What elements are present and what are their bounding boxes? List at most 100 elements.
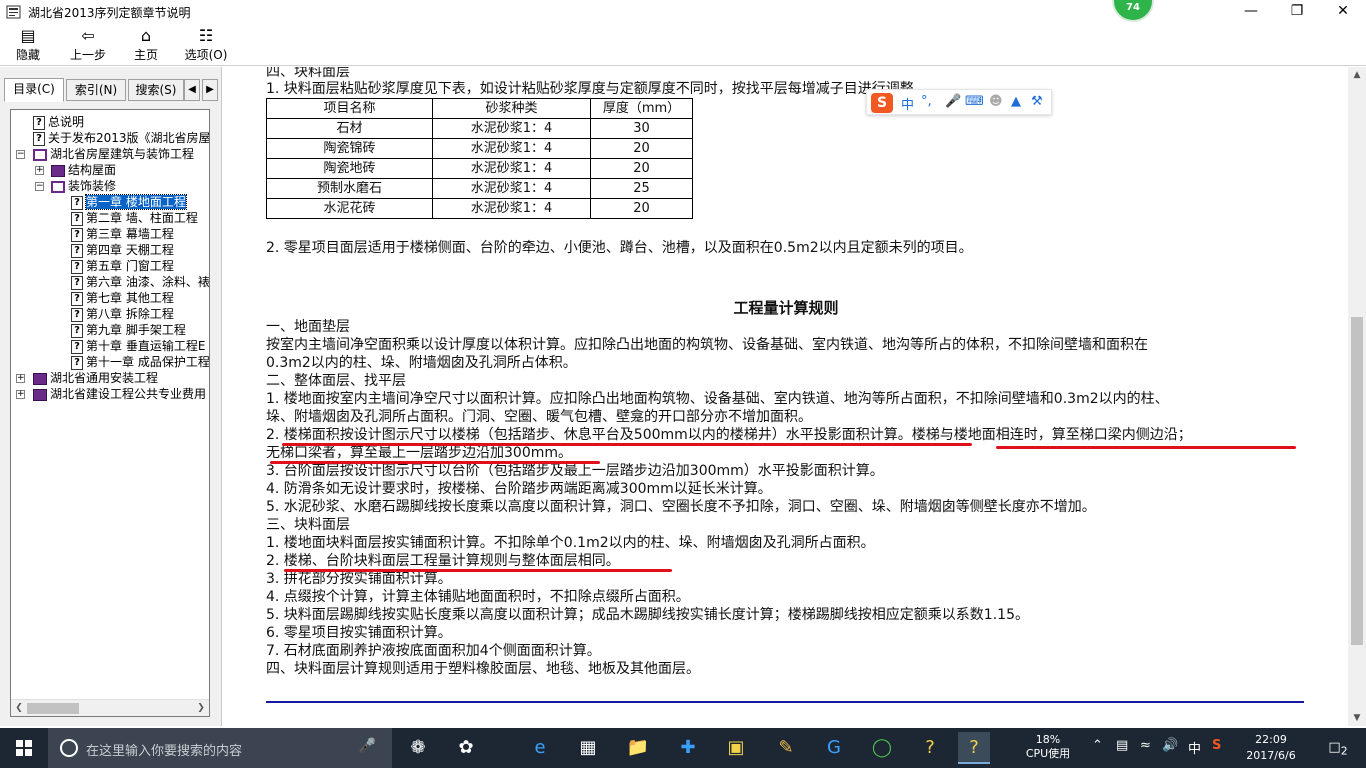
app-spiral-icon[interactable]: ✿ xyxy=(450,732,482,764)
expand-icon[interactable]: + xyxy=(35,166,44,175)
back-button[interactable]: ⇦ 上一步 xyxy=(64,26,112,64)
scroll-down-icon[interactable]: ▼ xyxy=(1348,710,1366,726)
tab-contents[interactable]: 目录(C) xyxy=(4,78,64,102)
section-heading: 二、整体面层、找平层 xyxy=(266,373,406,389)
speed-badge[interactable]: 74 xyxy=(1112,0,1154,22)
minimize-button[interactable]: — xyxy=(1228,0,1274,24)
sogou-logo-icon[interactable]: S xyxy=(871,93,893,113)
home-icon: ⌂ xyxy=(140,26,152,45)
paragraph: 2. 零星项目面层适用于楼梯侧面、台阶的牵边、小便池、蹲台、池槽，以及面积在0.… xyxy=(266,240,973,256)
tree-item[interactable]: 湖北省通用安装工程 xyxy=(33,370,158,386)
restore-button[interactable]: ❐ xyxy=(1274,0,1320,24)
book-open-icon xyxy=(51,180,65,193)
file-explorer-icon[interactable]: 📁 xyxy=(622,732,654,764)
options-button[interactable]: ☷ 选项(O) xyxy=(180,26,232,64)
window-title: 湖北省2013序列定额章节说明 xyxy=(28,6,191,20)
volume-icon[interactable]: 🔊 xyxy=(1162,738,1178,753)
nav-tabs: 目录(C) 索引(N) 搜索(S) ◀ ▶ xyxy=(4,78,218,102)
clock-time: 22:09 xyxy=(1255,733,1287,746)
book-icon xyxy=(33,372,47,385)
cpu-meter[interactable]: 18% CPU使用 xyxy=(1024,733,1072,761)
notes-app-icon[interactable]: ▣ xyxy=(720,732,752,764)
tree-item[interactable]: ? 关于发布2013版《湖北省房屋 xyxy=(33,130,209,146)
help-file-icon[interactable]: ? xyxy=(914,732,946,764)
notification-count: 2 xyxy=(1340,744,1348,758)
table-header-cell: 厚度（mm） xyxy=(590,98,693,119)
content-vertical-scrollbar[interactable]: ▲ ▼ xyxy=(1348,67,1366,726)
tree-item[interactable]: ? 第八章 拆除工程 xyxy=(71,306,174,322)
tree-item[interactable]: ? 第六章 油漆、涂料、裱 xyxy=(71,274,209,290)
tab-search[interactable]: 搜索(S) xyxy=(128,79,184,101)
wrench-icon[interactable]: ⚒ xyxy=(1031,94,1043,109)
skin-shirt-icon[interactable]: ▲ xyxy=(1011,94,1021,109)
tree-item[interactable]: ? 第二章 墙、柱面工程 xyxy=(71,210,198,226)
hide-button[interactable]: ▤ 隐藏 xyxy=(8,26,48,64)
tree-item[interactable]: ? 第七章 其他工程 xyxy=(71,290,174,306)
tree-item[interactable]: 结构屋面 xyxy=(51,162,116,178)
pinned-app-icon[interactable]: ✚ xyxy=(672,732,704,764)
hide-icon: ▤ xyxy=(20,26,36,45)
tab-scroll-left-icon[interactable]: ◀ xyxy=(184,79,200,101)
contents-tree[interactable]: ? 总说明 ? 关于发布2013版《湖北省房屋 − 湖北省房屋建筑与装饰工程 + 结… xyxy=(10,109,210,717)
start-button[interactable] xyxy=(0,728,48,768)
tree-item[interactable]: ? 第三章 幕墙工程 xyxy=(71,226,174,242)
network-icon[interactable]: ▤ xyxy=(1116,738,1128,753)
help-file-active-icon[interactable]: ? xyxy=(958,732,990,764)
tree-item[interactable]: 湖北省建设工程公共专业费用 xyxy=(33,386,206,402)
scroll-thumb[interactable] xyxy=(1351,317,1363,645)
collapse-icon[interactable]: − xyxy=(16,150,25,159)
task-view-icon[interactable]: ❁ xyxy=(402,732,434,764)
tree-item[interactable]: ? 第四章 天棚工程 xyxy=(71,242,174,258)
tree-item-selected[interactable]: ? 第一章 楼地面工程 xyxy=(71,194,187,210)
tab-index[interactable]: 索引(N) xyxy=(66,79,126,101)
expand-icon[interactable]: + xyxy=(16,374,25,383)
scroll-up-icon[interactable]: ▲ xyxy=(1348,67,1366,83)
scroll-right-icon[interactable]: ❯ xyxy=(193,700,209,716)
table-cell: 预制水磨石 xyxy=(266,178,433,199)
ime-punctuation-toggle[interactable]: °, xyxy=(921,94,932,109)
table-row: 水泥花砖 水泥砂浆1：4 20 xyxy=(266,198,693,219)
browser-g-icon[interactable]: G xyxy=(818,732,850,764)
ime-toolbar[interactable]: S 中 °, 🎤 ⌨ ☻ ▲ ⚒ xyxy=(866,89,1052,115)
tree-item[interactable]: ? 总说明 xyxy=(33,114,84,130)
close-button[interactable]: ✕ xyxy=(1320,0,1366,24)
table-cell: 水泥砂浆1：4 xyxy=(432,158,591,179)
expand-icon[interactable]: + xyxy=(16,390,25,399)
ime-language-indicator[interactable]: 中 xyxy=(1188,738,1201,757)
tree-item[interactable]: ? 第十一章 成品保护工程 xyxy=(71,354,209,370)
navigation-pane: 目录(C) 索引(N) 搜索(S) ◀ ▶ ? 总说明 ? 关于发布2013版《湖北… xyxy=(0,67,222,726)
tab-scroll-right-icon[interactable]: ▶ xyxy=(202,79,218,101)
tree-item[interactable]: 湖北省房屋建筑与装饰工程 xyxy=(33,146,194,162)
editor-app-icon[interactable]: ✎ xyxy=(770,732,802,764)
taskbar-search-box[interactable]: 在这里输入你要搜索的内容 🎤 xyxy=(48,728,392,768)
home-button[interactable]: ⌂ 主页 xyxy=(126,26,166,64)
collapse-icon[interactable]: − xyxy=(35,182,44,191)
tree-item[interactable]: 装饰装修 xyxy=(51,178,116,194)
360-browser-icon[interactable]: ◯ xyxy=(866,732,898,764)
wifi-icon[interactable]: ≈ xyxy=(1140,738,1151,753)
help-toolbar: ▤ 隐藏 ⇦ 上一步 ⌂ 主页 ☷ 选项(O) xyxy=(0,24,1366,66)
store-icon[interactable]: ▦ xyxy=(572,732,604,764)
scroll-left-icon[interactable]: ❮ xyxy=(11,700,27,716)
tray-chevron-up-icon[interactable]: ⌃ xyxy=(1092,738,1103,753)
tree-item[interactable]: ? 第五章 门窗工程 xyxy=(71,258,174,274)
action-center-icon[interactable]: □2 xyxy=(1326,736,1350,760)
red-underline-annotation xyxy=(996,446,1296,449)
tree-horizontal-scrollbar[interactable]: ❮ ❯ xyxy=(11,699,209,716)
keyboard-icon[interactable]: ⌨ xyxy=(965,94,984,109)
tree-item[interactable]: ? 第九章 脚手架工程 xyxy=(71,322,186,338)
sogou-tray-icon[interactable]: S xyxy=(1212,738,1221,753)
book-open-icon xyxy=(33,148,47,161)
back-label: 上一步 xyxy=(69,48,106,62)
options-label: 选项(O) xyxy=(184,48,228,62)
ime-mode-toggle[interactable]: 中 xyxy=(901,94,914,113)
edge-browser-icon[interactable]: e xyxy=(524,732,556,764)
clock[interactable]: 22:09 2017/6/6 xyxy=(1240,732,1302,764)
paragraph: 3. 台阶面层按设计图示尺寸以台阶（包括踏步及最上一层踏步边沿加300mm）水平… xyxy=(266,463,884,479)
user-icon[interactable]: ☻ xyxy=(989,94,1003,109)
microphone-icon[interactable]: 🎤 xyxy=(359,738,376,754)
scroll-thumb[interactable] xyxy=(27,703,79,714)
microphone-icon[interactable]: 🎤 xyxy=(945,94,961,109)
help-app-icon xyxy=(6,5,21,19)
tree-item[interactable]: ? 第十章 垂直运输工程E xyxy=(71,338,205,354)
